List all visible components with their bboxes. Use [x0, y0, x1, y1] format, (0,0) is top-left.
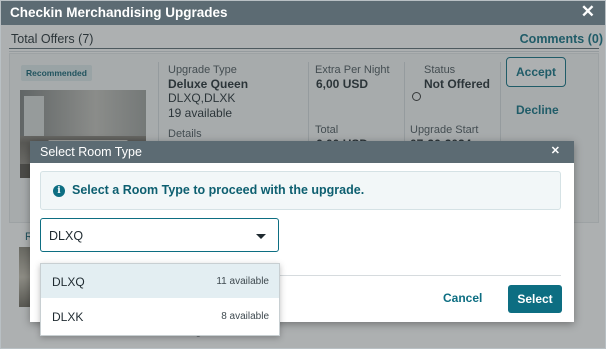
- room-type-select[interactable]: DLXQ: [40, 218, 279, 252]
- info-icon: i: [53, 185, 65, 197]
- option-dlxk[interactable]: DLXK 8 available: [41, 299, 279, 333]
- option-name: DLXQ: [52, 275, 85, 289]
- upgrades-window: Checkin Merchandising Upgrades ✕ Total O…: [0, 0, 606, 349]
- close-icon[interactable]: ✕: [551, 144, 560, 157]
- dialog-header: Select Room Type ✕: [30, 141, 574, 163]
- room-type-listbox: DLXQ 11 available DLXK 8 available: [40, 263, 280, 336]
- option-availability: 11 available: [216, 276, 269, 287]
- select-value: DLXQ: [49, 229, 84, 243]
- window-title: Checkin Merchandising Upgrades: [10, 5, 228, 20]
- info-message: i Select a Room Type to proceed with the…: [40, 171, 561, 210]
- chevron-down-icon[interactable]: [256, 234, 266, 239]
- info-text: Select a Room Type to proceed with the u…: [72, 183, 365, 197]
- close-icon[interactable]: ✕: [581, 3, 595, 21]
- select-button[interactable]: Select: [508, 285, 562, 313]
- option-name: DLXK: [52, 310, 84, 324]
- window-header: Checkin Merchandising Upgrades ✕: [1, 1, 605, 25]
- option-dlxq[interactable]: DLXQ 11 available: [41, 264, 279, 298]
- option-availability: 8 available: [221, 311, 269, 322]
- cancel-button[interactable]: Cancel: [443, 291, 482, 305]
- dialog-title: Select Room Type: [40, 145, 142, 159]
